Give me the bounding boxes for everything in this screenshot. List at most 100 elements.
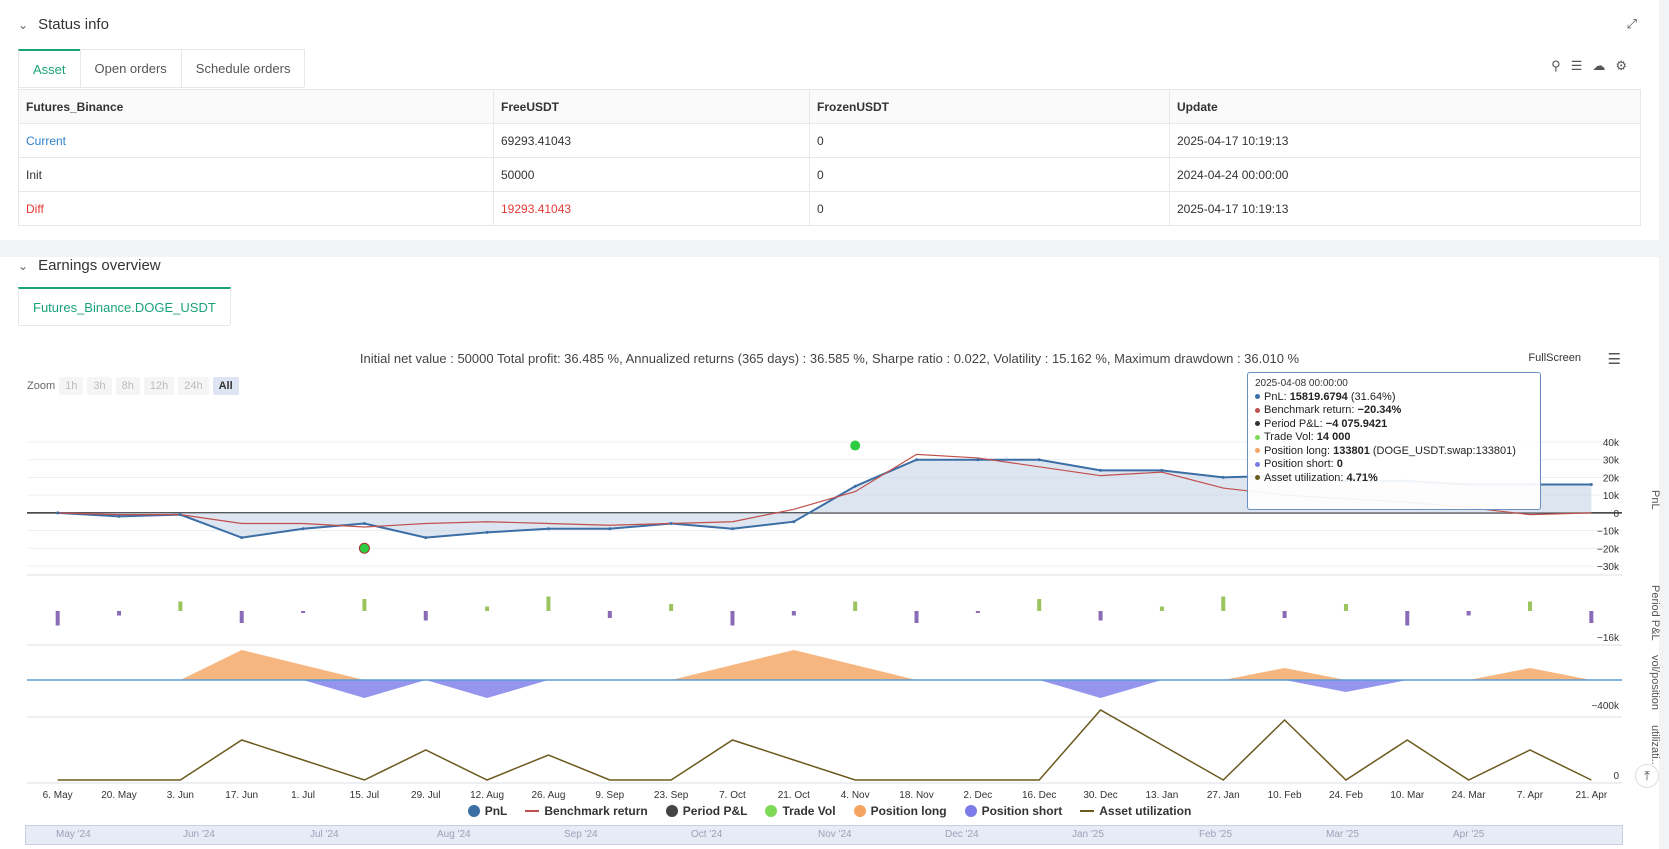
tab-schedule-orders[interactable]: Schedule orders bbox=[180, 49, 306, 87]
tooltip-value: 133801 bbox=[1333, 444, 1370, 457]
tooltip-row: Position short: 0 bbox=[1255, 458, 1533, 472]
cell: 0 bbox=[809, 157, 1170, 192]
cell: 2025-04-17 10:19:13 bbox=[1169, 191, 1641, 226]
gear-icon[interactable]: ⚙ bbox=[1615, 58, 1627, 74]
row-label-diff: Diff bbox=[18, 191, 494, 226]
col-frozen: FrozenUSDT bbox=[809, 89, 1170, 124]
series-dot-icon bbox=[1255, 434, 1260, 440]
tooltip-date: 2025-04-08 00:00:00 bbox=[1255, 378, 1348, 389]
legend-item[interactable]: Position short bbox=[964, 804, 1063, 818]
table-header-row: Futures_Binance FreeUSDT FrozenUSDT Upda… bbox=[18, 89, 1641, 124]
collapse-icon[interactable]: ⤢ bbox=[1627, 16, 1637, 32]
tooltip-value: −20.34% bbox=[1357, 404, 1402, 416]
legend-label: Trade Vol bbox=[782, 804, 836, 818]
util-axis-label: utilizati... bbox=[1649, 725, 1661, 768]
period-axis-label: Period P&L bbox=[1649, 585, 1661, 641]
tooltip-value: −4 075.9421 bbox=[1325, 417, 1388, 430]
col-exchange: Futures_Binance bbox=[18, 89, 494, 124]
legend-label: Position short bbox=[981, 804, 1063, 818]
row-label-init: Init bbox=[18, 157, 494, 192]
zoom-all-button[interactable]: All bbox=[212, 377, 239, 395]
scroll-top-icon[interactable]: ⤒ bbox=[1635, 764, 1659, 788]
tooltip-row: PnL: 15819.6794 (31.64%) bbox=[1255, 391, 1533, 405]
legend-item[interactable]: Position long bbox=[853, 804, 947, 818]
navigator-label: Apr '25 bbox=[1453, 829, 1485, 840]
status-title: Status info bbox=[38, 16, 109, 33]
cell: 2025-04-17 10:19:13 bbox=[1169, 123, 1641, 158]
cell: 19293.41043 bbox=[493, 191, 810, 226]
legend-item[interactable]: Benchmark return bbox=[525, 804, 648, 818]
zoom-3h-button[interactable]: 3h bbox=[87, 377, 112, 395]
tooltip-label: Period P&L: bbox=[1264, 417, 1326, 430]
summary-text: Initial net value : 50000 Total profit: … bbox=[359, 351, 1300, 366]
navigator-label: Aug '24 bbox=[437, 829, 471, 840]
zoom-12h-button[interactable]: 12h bbox=[143, 377, 175, 395]
series-dot-icon bbox=[1255, 394, 1260, 400]
chart-tooltip: 2025-04-08 00:00:00 PnL: 15819.6794 (31.… bbox=[1247, 372, 1541, 510]
legend-label: Benchmark return bbox=[544, 804, 648, 818]
hamburger-menu-icon[interactable]: ☰ bbox=[1608, 350, 1621, 368]
fullscreen-button[interactable]: FullScreen bbox=[1528, 352, 1581, 364]
status-tabs: Asset Open orders Schedule orders bbox=[18, 49, 306, 88]
earnings-panel: ⌄ Earnings overview Futures_Binance.DOGE… bbox=[0, 257, 1659, 849]
table-row: Init 50000 0 2024-04-24 00:00:00 bbox=[18, 157, 1641, 192]
tooltip-label: Benchmark return: bbox=[1264, 404, 1358, 416]
navigator-label: Feb '25 bbox=[1199, 829, 1233, 840]
tab-open-orders[interactable]: Open orders bbox=[79, 49, 182, 87]
table-row: Current 69293.41043 0 2025-04-17 10:19:1… bbox=[18, 123, 1641, 158]
navigator-label: Oct '24 bbox=[691, 829, 723, 840]
tooltip-row: Position long: 133801 (DOGE_USDT.swap:13… bbox=[1255, 445, 1533, 459]
legend-label: Period P&L bbox=[682, 804, 748, 818]
tooltip-label: Position short: bbox=[1264, 458, 1337, 470]
table-toolbar: ⚲ ☰ ☁ ⚙ bbox=[1551, 58, 1627, 74]
tooltip-extra: (31.64%) bbox=[1347, 390, 1396, 403]
position-axis-label: vol/position bbox=[1649, 655, 1661, 711]
navigator-label: Jan '25 bbox=[1072, 829, 1104, 840]
cell: 0 bbox=[809, 191, 1170, 226]
row-label-current[interactable]: Current bbox=[18, 123, 494, 158]
cell: 69293.41043 bbox=[493, 123, 810, 158]
navigator-label: Jul '24 bbox=[310, 829, 339, 840]
status-panel: ⌄ Status info ⤢ Asset Open orders Schedu… bbox=[0, 0, 1659, 240]
navigator-label: Mar '25 bbox=[1326, 829, 1360, 840]
cell: 0 bbox=[809, 123, 1170, 158]
tooltip-row: Period P&L: −4 075.9421 bbox=[1255, 418, 1533, 432]
legend-marker-icon bbox=[525, 810, 540, 812]
tooltip-value: 4.71% bbox=[1346, 471, 1378, 484]
earnings-title: Earnings overview bbox=[38, 257, 161, 274]
table-row: Diff 19293.41043 0 2025-04-17 10:19:13 bbox=[18, 191, 1641, 226]
zoom-8h-button[interactable]: 8h bbox=[115, 377, 140, 395]
cloud-download-icon[interactable]: ☁ bbox=[1592, 58, 1605, 74]
tab-doge-usdt[interactable]: Futures_Binance.DOGE_USDT bbox=[18, 287, 231, 325]
tooltip-value: 15819.6794 bbox=[1289, 390, 1348, 403]
legend-item[interactable]: PnL bbox=[467, 804, 507, 818]
tooltip-value: 14 000 bbox=[1316, 431, 1351, 443]
navigator-label: May '24 bbox=[56, 829, 91, 840]
col-free: FreeUSDT bbox=[493, 89, 810, 124]
earnings-tabs: Futures_Binance.DOGE_USDT bbox=[18, 287, 231, 326]
zoom-bar: Zoom 1h 3h 8h 12h 24h All bbox=[27, 377, 239, 395]
navigator-label: Dec '24 bbox=[945, 829, 979, 840]
series-dot-icon bbox=[1255, 421, 1260, 427]
chevron-down-icon[interactable]: ⌄ bbox=[18, 259, 28, 273]
tooltip-label: PnL: bbox=[1264, 390, 1290, 403]
navigator[interactable]: May '24 Jun '24 Jul '24 Aug '24 Sep '24 Oct '… bbox=[25, 825, 1623, 845]
tooltip-label: Trade Vol: bbox=[1264, 431, 1317, 443]
tooltip-label: Position long: bbox=[1264, 444, 1334, 457]
chevron-down-icon[interactable]: ⌄ bbox=[18, 18, 28, 32]
navigator-label: Nov '24 bbox=[818, 829, 852, 840]
series-dot-icon bbox=[1255, 448, 1260, 454]
cell: 2024-04-24 00:00:00 bbox=[1169, 157, 1641, 192]
legend-item[interactable]: Asset utilization bbox=[1080, 804, 1191, 818]
navigator-label: Sep '24 bbox=[564, 829, 598, 840]
tab-asset[interactable]: Asset bbox=[18, 49, 81, 87]
legend-item[interactable]: Trade Vol bbox=[765, 804, 836, 818]
zoom-24h-button[interactable]: 24h bbox=[178, 377, 209, 395]
tooltip-row: Trade Vol: 14 000 bbox=[1255, 431, 1533, 445]
zoom-1h-button[interactable]: 1h bbox=[59, 377, 84, 395]
search-icon[interactable]: ⚲ bbox=[1551, 58, 1561, 74]
earnings-header[interactable]: ⌄ Earnings overview bbox=[18, 257, 161, 274]
list-icon[interactable]: ☰ bbox=[1571, 58, 1583, 74]
status-header[interactable]: ⌄ Status info bbox=[18, 16, 109, 33]
legend-item[interactable]: Period P&L bbox=[665, 804, 748, 818]
